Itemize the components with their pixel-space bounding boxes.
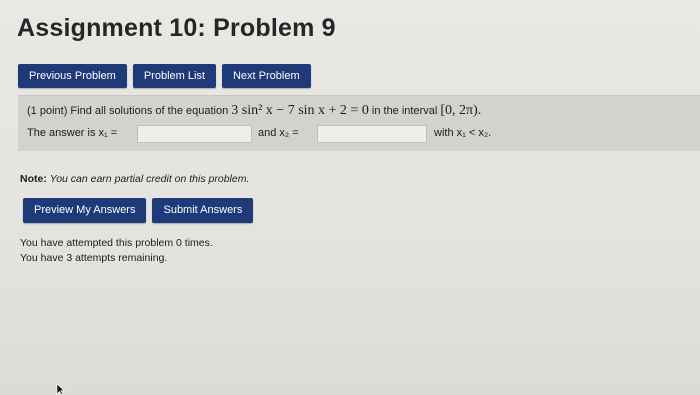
answer-row: The answer is x₁ = and x₂ = with x₁ < x₂… [27, 125, 697, 145]
problem-interval-text: in the interval [371, 105, 438, 117]
answer-condition: with x₁ < x₂. [434, 127, 492, 139]
preview-answers-button[interactable]: Preview My Answers [23, 198, 147, 223]
answer-label-x2: and x₂ = [258, 127, 299, 139]
problem-points: (1 point) [27, 105, 68, 117]
answer-input-x2[interactable] [317, 125, 427, 143]
previous-problem-button[interactable]: Previous Problem [18, 64, 127, 88]
problem-panel: (1 point) Find all solutions of the equa… [18, 95, 700, 151]
problem-prompt: Find all solutions of the equation [70, 105, 229, 117]
note-text: You can earn partial credit on this prob… [49, 173, 250, 185]
answer-actions: Preview My Answers Submit Answers [23, 198, 254, 223]
problem-list-button[interactable]: Problem List [132, 64, 216, 88]
next-problem-button[interactable]: Next Problem [221, 64, 311, 88]
problem-interval: [0, 2π). [440, 103, 482, 118]
attempted-count-text: You have attempted this problem 0 times. [20, 237, 213, 249]
answer-input-x1[interactable] [137, 125, 252, 143]
mouse-pointer-icon [56, 383, 65, 395]
problem-navigation: Previous Problem Problem List Next Probl… [18, 64, 311, 88]
problem-statement: (1 point) Find all solutions of the equa… [27, 103, 481, 119]
page-title: Assignment 10: Problem 9 [17, 14, 336, 42]
attempts-info: You have attempted this problem 0 times.… [20, 236, 213, 266]
answer-label-x1: The answer is x₁ = [27, 127, 118, 139]
remaining-attempts-text: You have 3 attempts remaining. [20, 252, 168, 264]
note-label: Note: [20, 173, 47, 185]
partial-credit-note: Note: You can earn partial credit on thi… [20, 173, 249, 185]
submit-answers-button[interactable]: Submit Answers [152, 198, 254, 223]
problem-equation: 3 sin² x − 7 sin x + 2 = 0 [231, 103, 369, 118]
